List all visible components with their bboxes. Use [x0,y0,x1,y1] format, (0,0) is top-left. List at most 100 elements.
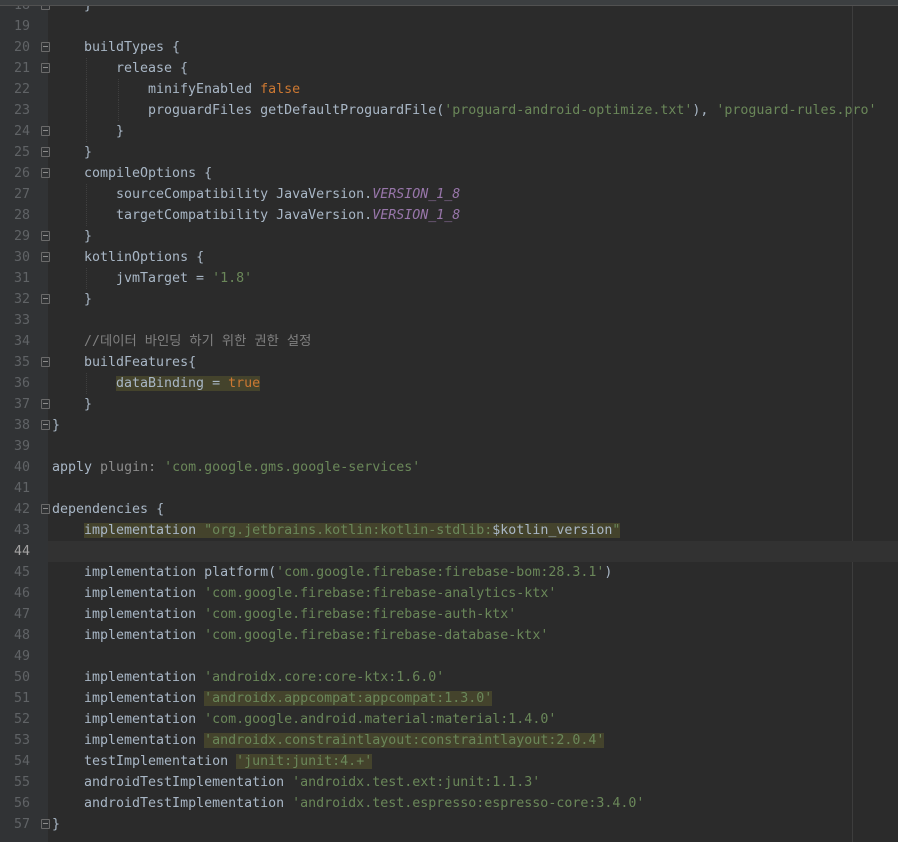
code-line[interactable]: 23 proguardFiles getDefaultProguardFile('… [0,100,898,121]
line-number: 19 [13,19,30,34]
code-line[interactable]: 57} [0,814,898,835]
code-line[interactable]: 27 sourceCompatibility JavaVersion.VERSIO… [0,184,898,205]
code-text: //데이터 바인딩 하기 위한 권한 설정 [84,331,311,352]
fold-toggle-icon[interactable] [41,399,50,409]
code-line[interactable]: 31 jvmTarget = '1.8' [0,268,898,289]
code-line[interactable]: 29} [0,226,898,247]
code-line[interactable]: 22 minifyEnabled false [0,79,898,100]
fold-toggle-icon[interactable] [41,294,50,304]
fold-toggle-icon[interactable] [41,819,50,829]
code-line[interactable]: 34 //데이터 바인딩 하기 위한 권한 설정 [0,331,898,352]
code-text: androidTestImplementation 'androidx.test… [84,793,644,814]
fold-toggle-icon[interactable] [41,504,50,514]
line-number: 43 [13,523,30,538]
code-token: 'com.google.firebase:firebase-bom:28.3.1… [276,565,605,580]
line-number: 21 [13,61,30,76]
code-token: apply [52,460,101,475]
code-token: "org.jetbrains.kotlin:kotlin-stdlib: [204,523,493,538]
code-line[interactable]: 20 buildTypes { [0,37,898,58]
code-token: release { [116,61,189,76]
code-token: } [116,124,125,139]
fold-toggle-icon[interactable] [41,42,50,52]
code-line[interactable]: 41 [0,478,898,499]
code-token: false [260,82,301,97]
line-number: 28 [13,208,30,223]
code-line[interactable]: 21 release { [0,58,898,79]
code-line[interactable]: 43 implementation "org.jetbrains.kotlin:k… [0,520,898,541]
code-line[interactable]: 50 implementation 'androidx.core:core-ktx… [0,667,898,688]
code-line[interactable]: 47 implementation 'com.google.firebase:fi… [0,604,898,625]
fold-toggle-icon[interactable] [41,252,50,262]
fold-toggle-icon[interactable] [41,231,50,241]
line-number: 57 [13,817,30,832]
indent-guide [86,121,87,142]
code-line[interactable]: 49 [0,646,898,667]
line-number: 49 [13,649,30,664]
editor-top-border [0,0,898,6]
code-line[interactable]: 19 [0,16,898,37]
code-token: implementation platform( [84,565,277,580]
code-line[interactable]: 37} [0,394,898,415]
line-number: 26 [13,166,30,181]
line-number: 31 [13,271,30,286]
line-number: 33 [13,313,30,328]
code-line[interactable]: 53 implementation 'androidx.constraintlay… [0,730,898,751]
fold-toggle-icon[interactable] [41,147,50,157]
code-token: compileOptions { [84,166,213,181]
code-line[interactable]: 33 [0,310,898,331]
code-line[interactable]: 52 implementation 'com.google.android.mat… [0,709,898,730]
code-token: ), [692,103,717,118]
code-text: implementation 'com.google.firebase:fire… [84,583,556,604]
fold-toggle-icon[interactable] [41,420,50,430]
code-text: sourceCompatibility JavaVersion.VERSION_… [116,184,460,205]
code-line[interactable]: 48 implementation 'com.google.firebase:fi… [0,625,898,646]
code-text: } [84,142,92,163]
code-token: 'com.google.android.material:material:1.… [204,712,557,727]
code-line[interactable]: 26 compileOptions { [0,163,898,184]
code-text: compileOptions { [84,163,212,184]
code-line[interactable]: 25} [0,142,898,163]
code-text: dataBinding = true [116,373,261,394]
code-text: } [52,415,60,436]
fold-toggle-icon[interactable] [41,357,50,367]
code-line[interactable]: 56 androidTestImplementation 'androidx.te… [0,793,898,814]
code-text: jvmTarget = '1.8' [116,268,252,289]
line-number: 30 [13,250,30,265]
code-token: implementation [84,670,205,685]
code-token: plugin: [100,460,165,475]
code-line[interactable]: 38} [0,415,898,436]
code-line[interactable]: 45 implementation platform('com.google.fi… [0,562,898,583]
code-line[interactable]: 39 [0,436,898,457]
code-line[interactable]: 44 [0,541,898,562]
code-line[interactable]: 30 kotlinOptions { [0,247,898,268]
code-text: release { [116,58,188,79]
indent-guide [118,79,119,100]
code-token: } [52,817,61,832]
fold-toggle-icon[interactable] [41,126,50,136]
code-line[interactable]: 54 testImplementation 'junit:junit:4.+' [0,751,898,772]
indent-guide [86,268,87,289]
code-line[interactable]: 35 buildFeatures{ [0,352,898,373]
code-token: 'androidx.test.espresso:espresso-core:3.… [292,796,645,811]
code-text: buildTypes { [84,37,180,58]
line-number: 40 [13,460,30,475]
code-line[interactable]: 46 implementation 'com.google.firebase:fi… [0,583,898,604]
code-line[interactable]: 42 dependencies { [0,499,898,520]
code-line[interactable]: 40 apply plugin: 'com.google.gms.google-s… [0,457,898,478]
indent-guide [86,184,87,205]
code-line[interactable]: 32} [0,289,898,310]
code-line[interactable]: 28 targetCompatibility JavaVersion.VERSIO… [0,205,898,226]
code-line[interactable]: 36 dataBinding = true [0,373,898,394]
code-token: implementation [84,586,205,601]
line-number: 22 [13,82,30,97]
code-token: //데이터 바인딩 하기 위한 권한 설정 [84,334,312,349]
code-token: implementation [84,712,205,727]
fold-toggle-icon[interactable] [41,63,50,73]
code-line[interactable]: 55 androidTestImplementation 'androidx.te… [0,772,898,793]
fold-toggle-icon[interactable] [41,168,50,178]
code-line[interactable]: 51 implementation 'androidx.appcompat:app… [0,688,898,709]
code-token: VERSION_1_8 [372,208,461,223]
code-line[interactable]: 24} [0,121,898,142]
code-token: $kotlin_version [492,523,613,538]
code-token: 'androidx.constraintlayout:constraintlay… [204,733,605,748]
